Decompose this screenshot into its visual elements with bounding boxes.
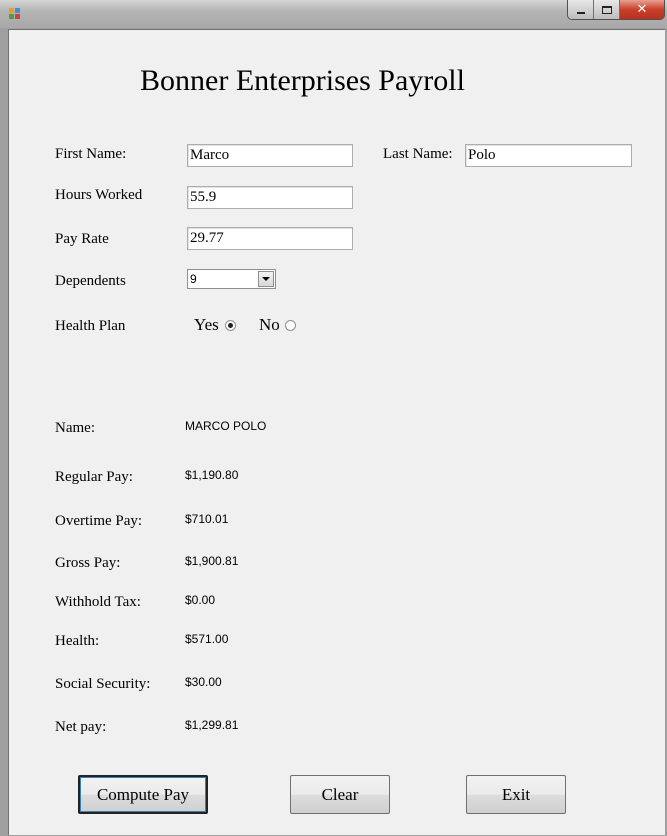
minimize-button[interactable] (568, 0, 594, 19)
form-client-area: Bonner Enterprises Payroll First Name: L… (8, 29, 665, 835)
app-window: ✕ Bonner Enterprises Payroll First Name:… (0, 0, 667, 836)
first-name-label: First Name: (55, 146, 127, 162)
form-title: Bonner Enterprises Payroll (140, 64, 465, 97)
hours-worked-input[interactable] (187, 186, 353, 209)
hours-worked-label: Hours Worked (55, 187, 143, 203)
maximize-button[interactable] (594, 0, 620, 19)
result-label: Social Security: (55, 676, 151, 692)
result-label: Health: (55, 633, 100, 649)
result-label: Overtime Pay: (55, 513, 143, 529)
health-yes-radio[interactable] (224, 319, 236, 331)
result-value: $0.00 (185, 593, 216, 607)
last-name-input[interactable] (465, 144, 632, 167)
title-bar[interactable]: ✕ (0, 0, 667, 28)
health-no-option[interactable]: No (259, 315, 296, 335)
result-value: $1,900.81 (185, 554, 239, 568)
result-value: $710.01 (185, 512, 229, 526)
health-yes-label: Yes (194, 315, 219, 334)
app-icon[interactable] (9, 8, 21, 20)
result-label: Regular Pay: (55, 469, 133, 485)
clear-button[interactable]: Clear (290, 775, 390, 814)
close-icon: ✕ (636, 2, 648, 17)
result-label: Withhold Tax: (55, 594, 141, 610)
result-value: $1,299.81 (185, 718, 239, 732)
result-value: $1,190.80 (185, 468, 239, 482)
last-name-label: Last Name: (383, 146, 453, 162)
result-label: Gross Pay: (55, 555, 121, 571)
dependents-label: Dependents (55, 273, 126, 289)
result-value: MARCO POLO (185, 419, 267, 433)
result-label: Name: (55, 420, 95, 436)
exit-button[interactable]: Exit (466, 775, 566, 814)
result-value: $30.00 (185, 675, 222, 689)
health-no-label: No (259, 315, 280, 334)
first-name-input[interactable] (187, 144, 353, 167)
compute-pay-button[interactable]: Compute Pay (78, 775, 208, 814)
dropdown-arrow-button[interactable] (258, 271, 274, 287)
window-controls: ✕ (567, 0, 665, 20)
health-no-radio[interactable] (284, 319, 296, 331)
result-label: Net pay: (55, 719, 107, 735)
pay-rate-label: Pay Rate (55, 231, 109, 247)
health-plan-label: Health Plan (55, 318, 126, 334)
result-value: $571.00 (185, 632, 229, 646)
dependents-dropdown[interactable]: 9 (187, 269, 276, 289)
maximize-icon (601, 5, 612, 14)
chevron-down-icon (262, 277, 270, 281)
minimize-icon (576, 11, 585, 14)
pay-rate-input[interactable] (187, 227, 353, 250)
health-yes-option[interactable]: Yes (194, 315, 236, 335)
dependents-value: 9 (190, 272, 197, 286)
close-button[interactable]: ✕ (620, 0, 664, 19)
